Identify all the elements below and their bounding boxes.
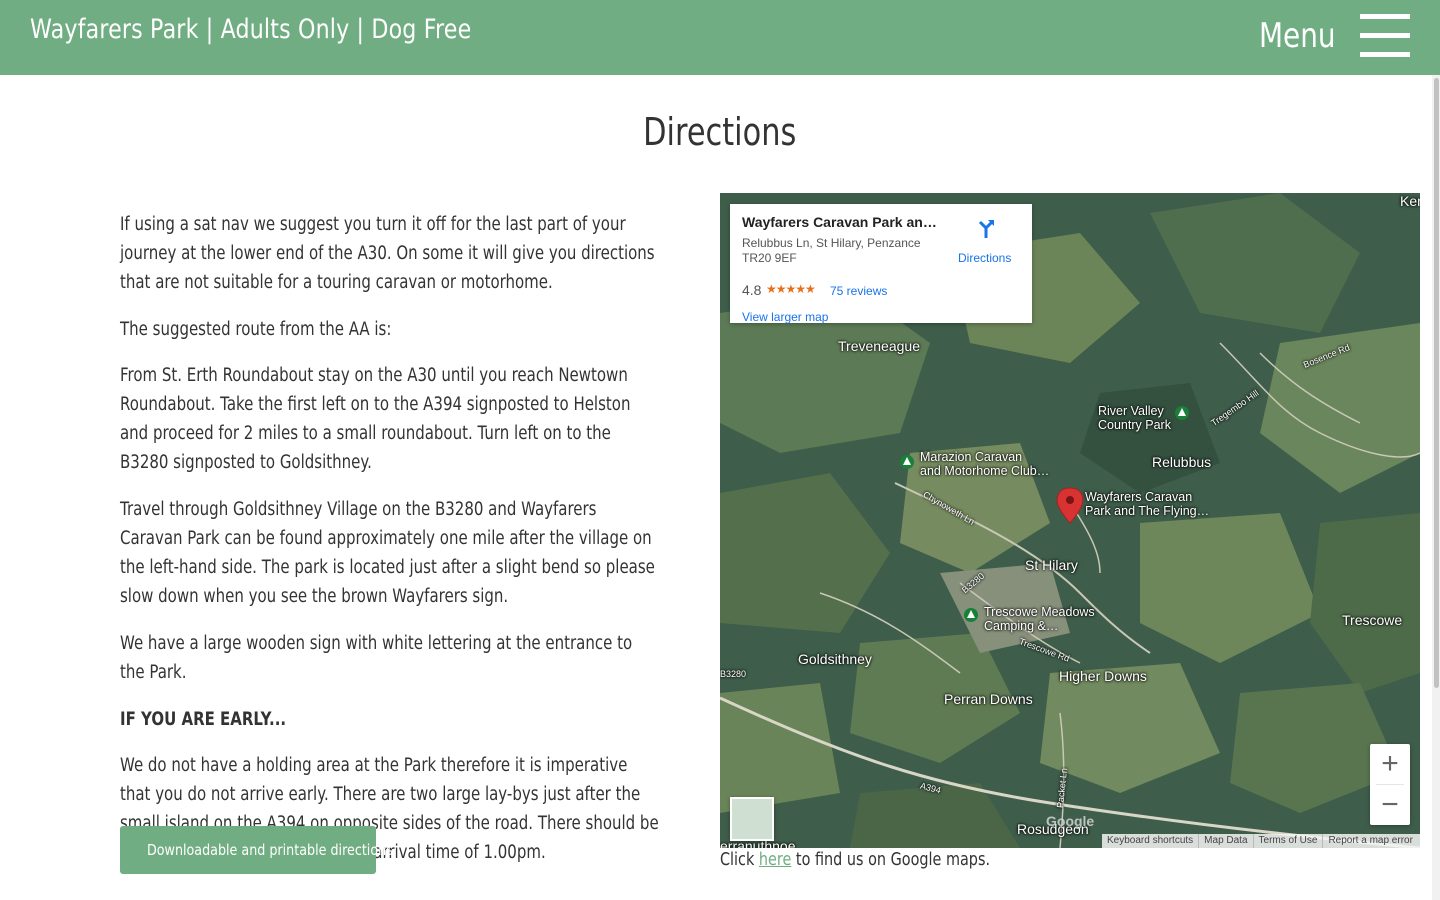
note-prefix: Click xyxy=(720,849,759,870)
download-directions-button[interactable]: Downloadable and printable directions xyxy=(120,826,393,874)
map-label-trescowe: Trescowe xyxy=(1342,612,1403,628)
note-suffix: to find us on Google maps. xyxy=(791,849,991,870)
map-label-river-valley[interactable]: River Valley Country Park xyxy=(1098,404,1171,432)
terms-of-use-link[interactable]: Terms of Use xyxy=(1254,834,1324,848)
paragraph-sat-nav: If using a sat nav we suggest you turn i… xyxy=(120,214,655,293)
directions-text: If using a sat nav we suggest you turn i… xyxy=(120,210,661,885)
map-label-higher-downs: Higher Downs xyxy=(1059,668,1147,684)
menu-label[interactable]: Menu xyxy=(1259,16,1336,56)
paragraph-route-a30: From St. Erth Roundabout stay on the A30… xyxy=(120,365,631,473)
zoom-out-button[interactable]: − xyxy=(1370,785,1410,825)
view-larger-map-link[interactable]: View larger map xyxy=(742,310,828,324)
google-maps-note: Click here to find us on Google maps. xyxy=(720,849,990,870)
map-label-b3280-west: B3280 xyxy=(720,669,747,679)
map-label-marazion[interactable]: Marazion Caravan and Motorhome Club… xyxy=(920,450,1049,478)
map-label-wayfarers[interactable]: Wayfarers Caravan Park and The Flying… xyxy=(1085,490,1209,518)
map-label-goldsithney: Goldsithney xyxy=(798,651,872,667)
map-label-trescowe-meadows[interactable]: Trescowe Meadows Camping &… xyxy=(984,605,1095,633)
paragraph-suggested-route: The suggested route from the AA is: xyxy=(120,319,392,340)
map-layer-toggle[interactable] xyxy=(730,797,774,841)
reviews-link[interactable]: 75 reviews xyxy=(830,284,887,298)
early-heading: IF YOU ARE EARLY... xyxy=(120,709,287,730)
map-data-link[interactable]: Map Data xyxy=(1199,834,1254,848)
page-scrollbar-thumb[interactable] xyxy=(1434,78,1439,688)
paragraph-sign: We have a large wooden sign with white l… xyxy=(120,633,633,683)
top-bar: Wayfarers Park | Adults Only | Dog Free … xyxy=(0,0,1440,75)
site-title[interactable]: Wayfarers Park | Adults Only | Dog Free xyxy=(30,14,471,45)
google-map[interactable]: Wayfarers Caravan Park and T… Relubbus L… xyxy=(720,193,1420,848)
report-map-error-link[interactable]: Report a map error xyxy=(1323,834,1417,848)
zoom-control: + − xyxy=(1370,744,1410,825)
paragraph-goldsithney: Travel through Goldsithney Village on th… xyxy=(120,499,655,607)
map-label-treveneague: Treveneague xyxy=(838,338,920,354)
place-name[interactable]: Wayfarers Caravan Park and T… xyxy=(742,214,942,230)
keyboard-shortcuts-link[interactable]: Keyboard shortcuts xyxy=(1102,834,1200,848)
map-label-relubbus: Relubbus xyxy=(1152,454,1212,470)
place-info-card: Wayfarers Caravan Park and T… Relubbus L… xyxy=(730,204,1032,324)
rating-stars-icon: ★★★★★ xyxy=(766,282,816,296)
directions-icon[interactable] xyxy=(974,216,998,240)
zoom-in-button[interactable]: + xyxy=(1370,744,1410,784)
hamburger-menu-icon[interactable] xyxy=(1360,14,1410,58)
google-maps-link[interactable]: here xyxy=(759,849,791,870)
map-label-perran-downs: Perran Downs xyxy=(944,691,1033,707)
place-address: Relubbus Ln, St Hilary, Penzance TR20 9E… xyxy=(742,236,921,265)
google-logo: Google xyxy=(1046,813,1095,829)
place-rating: 4.8 xyxy=(742,282,762,298)
map-label-ken: Ken xyxy=(1400,193,1420,209)
map-footer: Keyboard shortcuts Map Data Terms of Use Re… xyxy=(1102,834,1420,848)
directions-link[interactable]: Directions xyxy=(958,251,1011,265)
page-title: Directions xyxy=(643,110,797,154)
map-label-st-hilary: St Hilary xyxy=(1025,557,1078,573)
